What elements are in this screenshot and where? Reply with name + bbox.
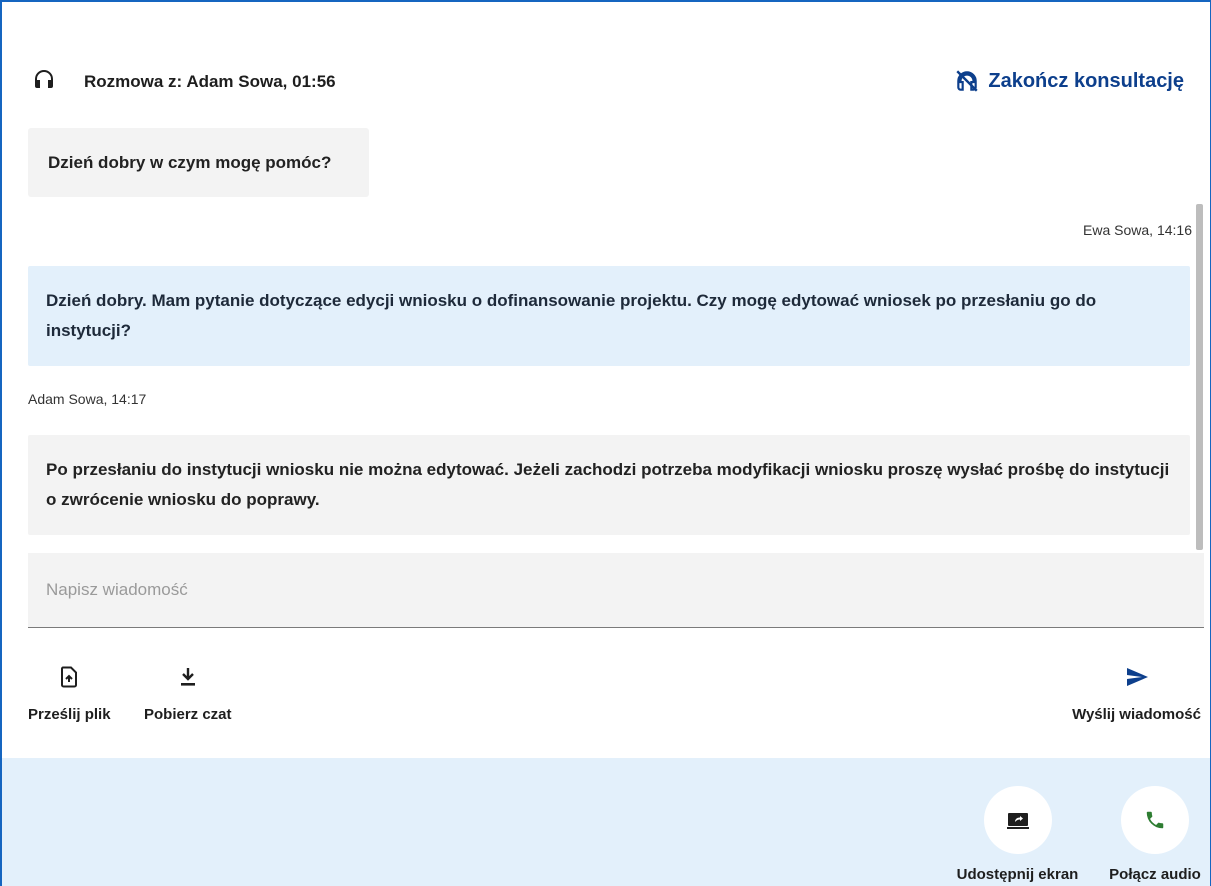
send-icon [1126,668,1148,686]
upload-file-button[interactable]: Prześlij plik [28,665,111,723]
upload-file-label: Prześlij plik [28,706,111,723]
connect-audio-button[interactable]: Połącz audio [1102,786,1208,883]
agent-message: Po przesłaniu do instytucji wniosku nie … [28,435,1190,535]
chat-window: Rozmowa z: Adam Sowa, 01:56 Zakończ kons… [0,0,1211,886]
greeting-message: Dzień dobry w czym mogę pomóc? [28,128,369,197]
screen-share-icon [1006,813,1029,829]
user-message: Dzień dobry. Mam pytanie dotyczące edycj… [28,266,1190,366]
agent-message-text: Po przesłaniu do instytucji wniosku nie … [46,460,1170,509]
call-controls-bar: Udostępnij ekran Połącz audio [2,758,1210,886]
headphones-off-icon [956,70,978,92]
end-consultation-label: Zakończ konsultację [988,69,1184,92]
phone-icon [1146,811,1164,829]
message-list[interactable]: Ewa Sowa, 14:16 Dzień dobry. Mam pytanie… [28,202,1204,552]
share-screen-label: Udostępnij ekran [956,866,1079,883]
greeting-text: Dzień dobry w czym mogę pomóc? [48,152,332,172]
download-chat-button[interactable]: Pobierz czat [144,665,232,723]
scrollbar-thumb[interactable] [1196,204,1203,550]
headphones-icon [35,70,53,88]
message-input[interactable] [28,553,1204,627]
agent-sender-label: Adam Sowa, 14:17 [28,391,147,407]
send-message-label: Wyślij wiadomość [1072,706,1201,723]
share-screen-circle[interactable] [983,786,1052,854]
message-scrollbar[interactable] [1196,202,1204,552]
connect-audio-label: Połącz audio [1109,866,1201,883]
download-chat-label: Pobierz czat [144,706,232,723]
message-composer [28,553,1204,628]
chat-header: Rozmowa z: Adam Sowa, 01:56 Zakończ kons… [32,62,1184,102]
conversation-title: Rozmowa z: Adam Sowa, 01:56 [84,72,336,91]
share-screen-button[interactable]: Udostępnij ekran [950,786,1085,883]
send-message-button[interactable]: Wyślij wiadomość [1072,665,1201,723]
file-upload-icon [61,666,78,688]
end-consultation-button[interactable]: Zakończ konsultację [954,66,1184,96]
download-icon [180,668,195,686]
connect-audio-circle[interactable] [1121,786,1189,854]
user-message-text: Dzień dobry. Mam pytanie dotyczące edycj… [46,291,1097,340]
user-sender-label: Ewa Sowa, 14:16 [1083,222,1192,238]
